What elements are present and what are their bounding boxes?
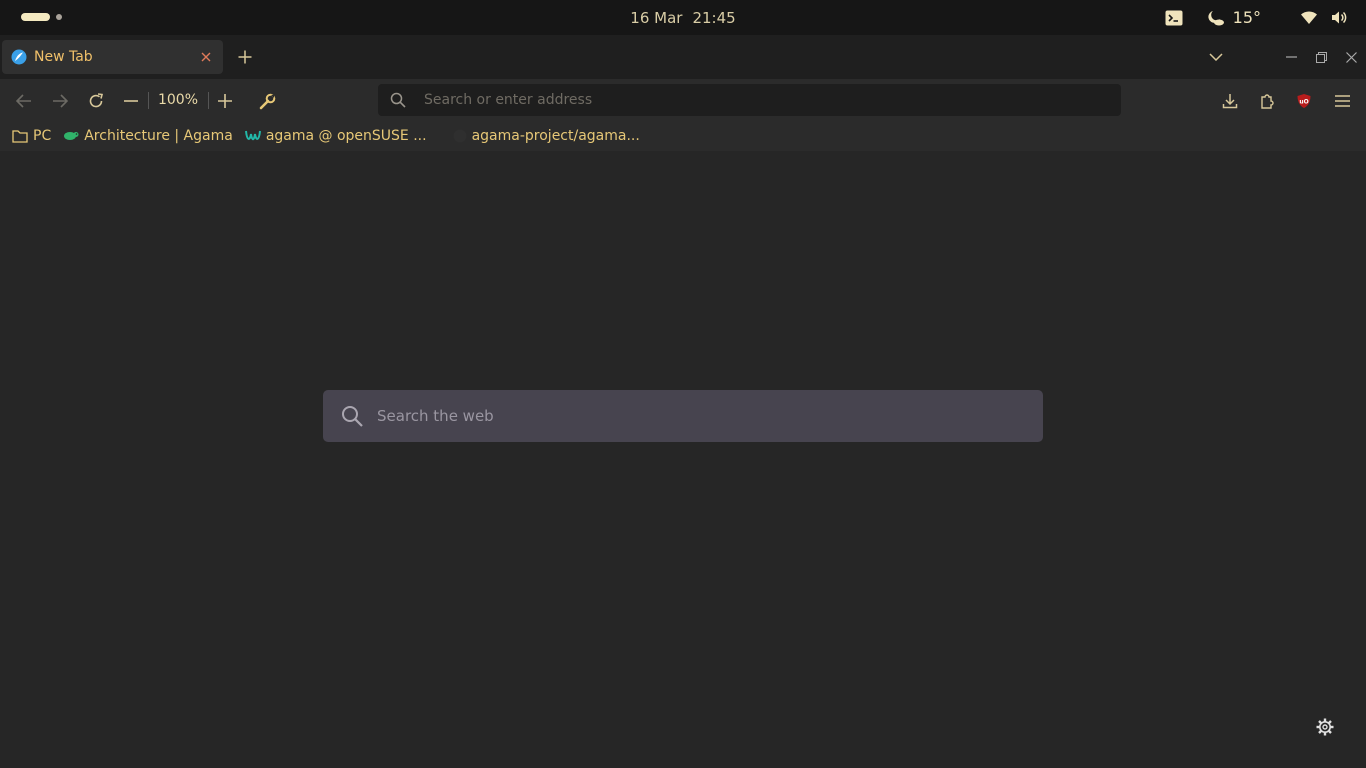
svg-text:uO: uO xyxy=(1299,99,1308,106)
weblate-icon xyxy=(244,129,261,143)
bookmark-agama-project-github[interactable]: agama-project/agama... xyxy=(453,128,640,144)
bookmark-agama-opensuse[interactable]: agama @ openSUSE ... xyxy=(244,128,427,144)
workspace-indicator[interactable] xyxy=(21,13,62,21)
search-icon xyxy=(341,405,363,427)
new-tab-page xyxy=(0,151,1366,768)
tab-title: New Tab xyxy=(34,49,93,65)
bookmark-pc[interactable]: PC xyxy=(12,128,51,144)
search-icon xyxy=(390,92,406,108)
weather-indicator[interactable]: 15° xyxy=(1207,8,1261,27)
hamburger-menu-icon[interactable] xyxy=(1329,88,1355,114)
github-icon xyxy=(453,129,467,143)
clock-date[interactable]: 16 Mar xyxy=(630,9,682,27)
minimize-icon[interactable] xyxy=(1278,35,1304,79)
chameleon-icon xyxy=(63,130,79,142)
restore-icon[interactable] xyxy=(1308,35,1334,79)
volume-icon[interactable] xyxy=(1331,10,1348,25)
list-all-tabs-icon[interactable] xyxy=(1203,35,1229,79)
bookmark-label: agama @ openSUSE ... xyxy=(265,128,427,144)
clock-time[interactable]: 21:45 xyxy=(692,9,735,27)
temperature: 15° xyxy=(1232,8,1261,27)
night-clouds-icon xyxy=(1207,10,1225,26)
browser-logo-icon xyxy=(11,49,27,65)
wrench-icon[interactable] xyxy=(254,88,280,114)
tab-new-tab[interactable]: New Tab xyxy=(2,40,223,74)
tab-strip: New Tab xyxy=(0,35,1366,79)
workspace-inactive[interactable] xyxy=(56,14,62,20)
address-input[interactable] xyxy=(422,91,1072,109)
gear-icon[interactable] xyxy=(1313,715,1337,739)
reload-icon[interactable] xyxy=(83,88,109,114)
zoom-level[interactable]: 100% xyxy=(152,90,204,110)
address-bar[interactable] xyxy=(378,84,1121,116)
system-tray: 15° xyxy=(1165,0,1348,35)
back-arrow-icon[interactable] xyxy=(11,88,37,114)
ublock-origin-icon[interactable]: uO xyxy=(1291,88,1317,114)
wifi-icon[interactable] xyxy=(1301,11,1317,24)
separator xyxy=(208,92,209,109)
zoom-out-icon[interactable] xyxy=(118,88,144,114)
bookmark-architecture-agama[interactable]: Architecture | Agama xyxy=(63,128,233,144)
bookmark-label: Architecture | Agama xyxy=(84,128,233,144)
close-tab-icon[interactable] xyxy=(194,45,218,69)
web-search-box[interactable] xyxy=(323,390,1043,442)
separator xyxy=(148,92,149,109)
close-window-icon[interactable] xyxy=(1338,35,1364,79)
downloads-icon[interactable] xyxy=(1217,88,1243,114)
bookmarks-toolbar: PC Architecture | Agama agama @ openSUSE… xyxy=(0,121,1366,151)
new-tab-plus-icon[interactable] xyxy=(233,45,257,69)
clock: 16 Mar 21:45 xyxy=(0,0,1366,35)
system-top-bar: 16 Mar 21:45 15° xyxy=(0,0,1366,35)
extensions-puzzle-icon[interactable] xyxy=(1254,88,1280,114)
zoom-in-icon[interactable] xyxy=(212,88,238,114)
workspace-active[interactable] xyxy=(21,13,50,21)
web-search-input[interactable] xyxy=(375,406,995,426)
bookmark-label: agama-project/agama... xyxy=(471,128,640,144)
terminal-icon[interactable] xyxy=(1165,10,1183,26)
forward-arrow-icon[interactable] xyxy=(47,88,73,114)
bookmark-label: PC xyxy=(33,128,52,144)
folder-icon xyxy=(12,129,28,143)
